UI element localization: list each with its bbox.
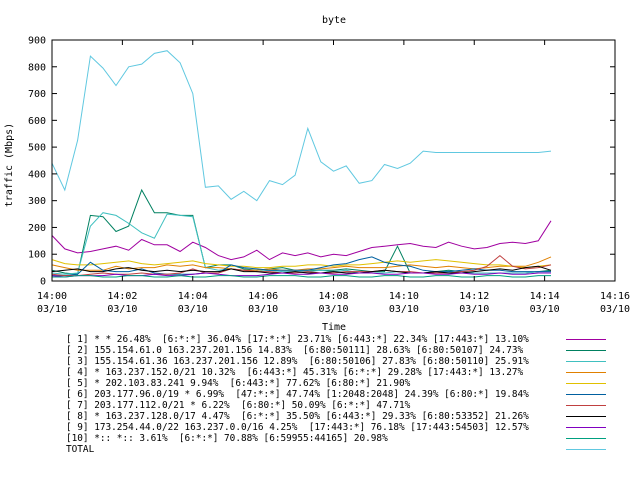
- legend-swatch: [566, 427, 606, 428]
- x-tick-date-label: 03/10: [459, 304, 489, 315]
- legend-label: [ 3] 155.154.61.36 163.237.201.156 12.89…: [66, 356, 529, 367]
- legend-entry: [10] *:: *:: 3.61% [6:*:*] 70.88% [6:599…: [66, 433, 626, 444]
- legend-entry: [ 4] * 163.237.152.0/21 10.32% [6:443:*]…: [66, 367, 626, 378]
- legend-entry: [ 1] * * 26.48% [6:*:*] 36.04% [17:*:*] …: [66, 334, 626, 345]
- legend-label: [ 8] * 163.237.128.0/17 4.47% [6:*:*] 35…: [66, 411, 529, 422]
- x-tick-date-label: 03/10: [530, 304, 560, 315]
- series-layer: [51, 50, 552, 278]
- y-tick-label: 400: [28, 169, 46, 180]
- legend-label: [ 5] * 202.103.83.241 9.94% [6:443:*] 77…: [66, 378, 411, 389]
- y-tick-label: 800: [28, 62, 46, 73]
- x-tick-date-label: 03/10: [600, 304, 630, 315]
- series-line-5: [51, 259, 552, 269]
- x-tick-time-label: 14:12: [459, 291, 489, 302]
- legend-swatch: [566, 350, 606, 351]
- legend-swatch: [566, 361, 606, 362]
- x-tick-time-label: 14:04: [178, 291, 208, 302]
- legend-entry: [ 9] 173.254.44.0/22 163.237.0.0/16 4.25…: [66, 422, 626, 433]
- legend-swatch: [566, 449, 606, 450]
- series-line-10: [52, 275, 551, 278]
- legend-entry: [ 5] * 202.103.83.241 9.94% [6:443:*] 77…: [66, 378, 626, 389]
- y-tick-label: 0: [40, 277, 46, 288]
- y-tick-label: 500: [28, 143, 46, 154]
- chart-title: byte: [322, 15, 346, 26]
- x-tick-time-label: 14:16: [600, 291, 630, 302]
- legend-swatch: [566, 372, 606, 373]
- legend-label: TOTAL: [66, 444, 95, 455]
- y-tick-label: 900: [28, 36, 46, 47]
- y-tick-label: 700: [28, 89, 46, 100]
- legend-label: [ 7] 203.177.112.0/21 * 6.22% [6:80:*] 5…: [66, 400, 411, 411]
- legend-entry: [ 6] 203.177.96.0/19 * 6.99% [47:*:*] 47…: [66, 389, 626, 400]
- legend-swatch: [566, 405, 606, 406]
- legend-label: [ 6] 203.177.96.0/19 * 6.99% [47:*:*] 47…: [66, 389, 529, 400]
- legend-swatch: [566, 383, 606, 384]
- x-tick-time-label: 14:02: [107, 291, 137, 302]
- plot-frame: [51, 39, 616, 282]
- legend: [ 1] * * 26.48% [6:*:*] 36.04% [17:*:*] …: [66, 334, 626, 455]
- y-tick-label: 300: [28, 196, 46, 207]
- series-line-11: [51, 50, 552, 202]
- legend-label: [ 2] 155.154.61.0 163.237.201.156 14.83%…: [66, 345, 524, 356]
- legend-label: [ 1] * * 26.48% [6:*:*] 36.04% [17:*:*] …: [66, 334, 529, 345]
- x-tick-time-label: 14:14: [530, 291, 560, 302]
- x-axis-label: Time: [322, 322, 346, 330]
- legend-entry: [ 7] 203.177.112.0/21 * 6.22% [6:80:*] 5…: [66, 400, 626, 411]
- x-tick-date-label: 03/10: [107, 304, 137, 315]
- x-tick-date-label: 03/10: [318, 304, 348, 315]
- x-tick-date-label: 03/10: [37, 304, 67, 315]
- y-tick-label: 100: [28, 250, 46, 261]
- x-tick-time-label: 14:06: [248, 291, 278, 302]
- x-tick-time-label: 14:10: [389, 291, 419, 302]
- y-tick-label: 200: [28, 223, 46, 234]
- legend-swatch: [566, 394, 606, 395]
- x-tick-date-label: 03/10: [248, 304, 278, 315]
- legend-swatch: [566, 339, 606, 340]
- x-tick-time-label: 14:08: [318, 291, 348, 302]
- legend-label: [ 4] * 163.237.152.0/21 10.32% [6:443:*]…: [66, 367, 524, 378]
- legend-entry: [ 8] * 163.237.128.0/17 4.47% [6:*:*] 35…: [66, 411, 626, 422]
- x-tick-date-label: 03/10: [389, 304, 419, 315]
- legend-entry: TOTAL: [66, 444, 626, 455]
- legend-swatch: [566, 438, 606, 439]
- series-line-3: [51, 212, 551, 275]
- y-tick-label: 600: [28, 116, 46, 127]
- legend-label: [10] *:: *:: 3.61% [6:*:*] 70.88% [6:599…: [66, 433, 388, 444]
- legend-swatch: [566, 416, 606, 417]
- y-axis-label: traffic (Mbps): [4, 123, 15, 207]
- legend-label: [ 9] 173.254.44.0/22 163.237.0.0/16 4.25…: [66, 422, 529, 433]
- legend-entry: [ 3] 155.154.61.36 163.237.201.156 12.89…: [66, 356, 626, 367]
- x-tick-time-label: 14:00: [37, 291, 67, 302]
- traffic-line-chart: byte traffic (Mbps) Time 0 100 200 300 400 50…: [4, 15, 630, 330]
- x-tick-date-label: 03/10: [178, 304, 208, 315]
- legend-entry: [ 2] 155.154.61.0 163.237.201.156 14.83%…: [66, 345, 626, 356]
- series-line-2: [51, 188, 552, 275]
